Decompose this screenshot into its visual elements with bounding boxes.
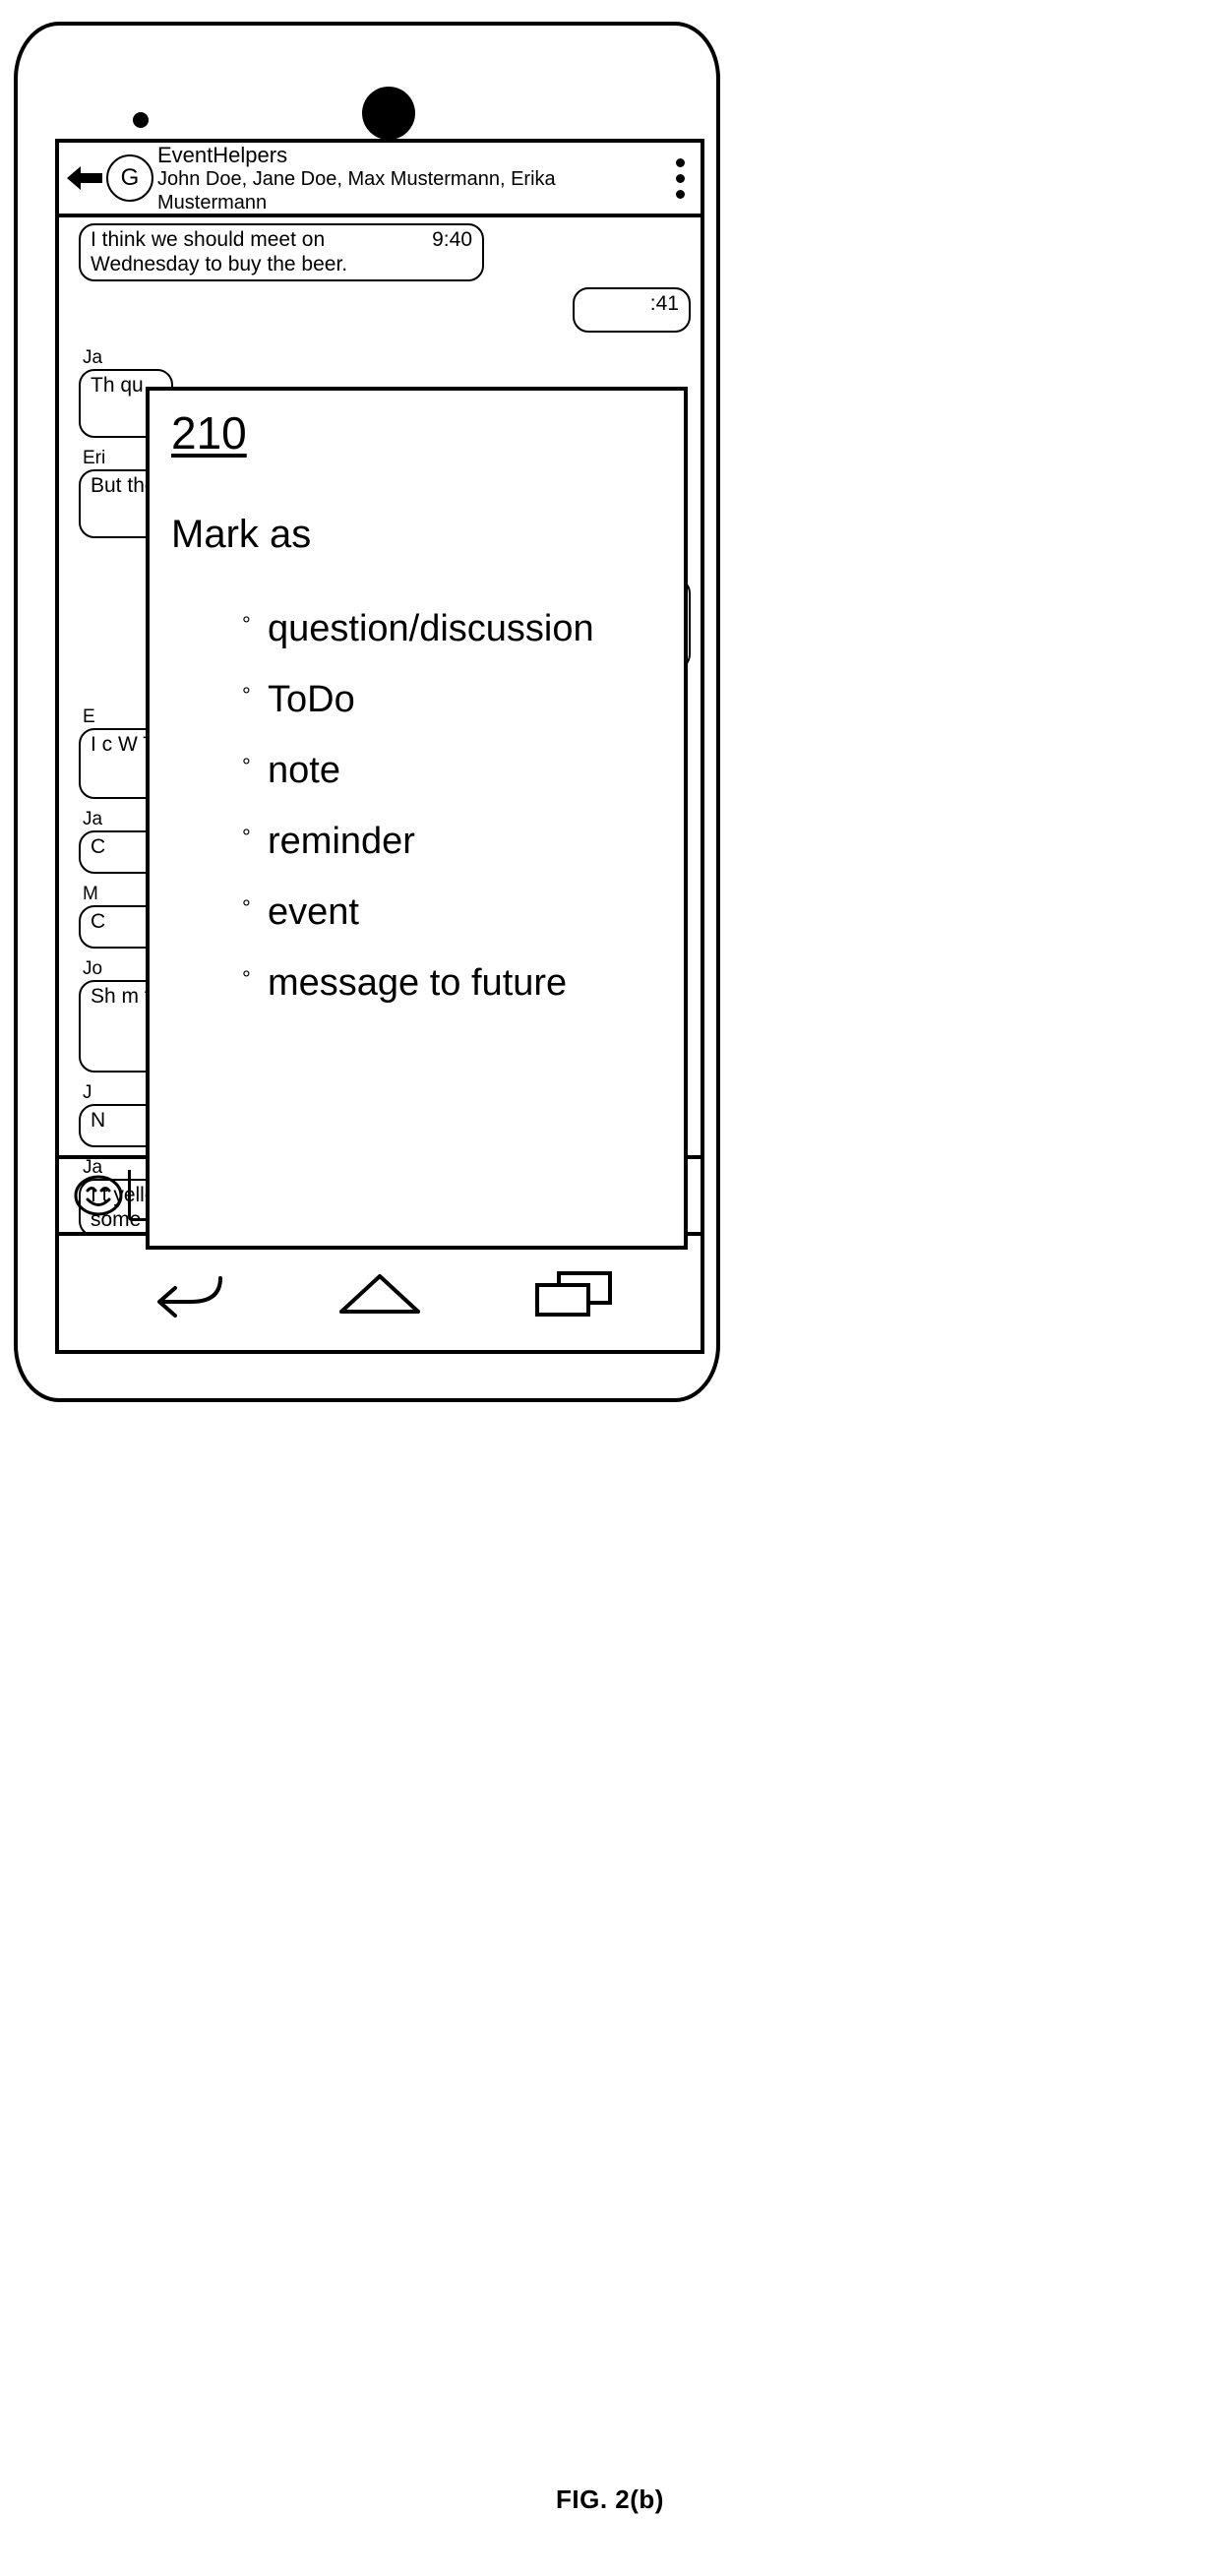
header-text-block: EventHelpers John Doe, Jane Doe, Max Mus…: [157, 143, 661, 215]
mark-as-dialog[interactable]: 210 Mark as ° question/discussion ° ToDo…: [146, 387, 688, 1250]
option-label: event: [268, 891, 359, 933]
figure-caption: FIG. 2(b): [556, 2484, 664, 2514]
phone-device-body: G EventHelpers John Doe, Jane Doe, Max M…: [14, 22, 720, 1402]
bullet-degree-icon: °: [242, 825, 251, 849]
message-text: N: [91, 1109, 106, 1132]
message-time: 9:40: [432, 228, 472, 251]
kebab-menu-icon[interactable]: [667, 157, 693, 199]
option-message-to-future[interactable]: ° message to future: [171, 961, 662, 1005]
message-bubble[interactable]: :41: [573, 287, 691, 333]
option-label: question/discussion: [268, 608, 594, 649]
bullet-degree-icon: °: [242, 754, 251, 778]
option-label: ToDo: [268, 679, 355, 720]
avatar-letter: G: [120, 164, 140, 191]
option-label: message to future: [268, 962, 568, 1004]
message-text: C: [91, 835, 106, 858]
avatar[interactable]: G: [106, 154, 153, 202]
message-text: I think we should meet on Wednesday to b…: [91, 228, 348, 276]
nav-back-arrow-icon[interactable]: [142, 1263, 230, 1322]
bullet-degree-icon: °: [242, 612, 251, 637]
message-text: Th qu: [91, 374, 144, 397]
option-label: reminder: [268, 821, 415, 862]
option-label: note: [268, 750, 340, 791]
figure-page: G EventHelpers John Doe, Jane Doe, Max M…: [0, 0, 1220, 2576]
dialog-title: Mark as: [171, 513, 312, 556]
mark-as-option-list: ° question/discussion ° ToDo ° note ° re…: [171, 607, 662, 1005]
nav-recents-icon[interactable]: [529, 1263, 618, 1322]
smiley-face-icon[interactable]: [73, 1170, 124, 1221]
back-arrow-icon[interactable]: [65, 161, 104, 195]
dialog-reference-numeral: 210: [171, 407, 247, 459]
bullet-degree-icon: °: [242, 966, 251, 991]
earpiece-sensor-icon: [362, 87, 415, 140]
option-todo[interactable]: ° ToDo: [171, 678, 662, 721]
message-text: C: [91, 910, 106, 933]
chat-header: G EventHelpers John Doe, Jane Doe, Max M…: [59, 143, 701, 217]
option-event[interactable]: ° event: [171, 890, 662, 934]
option-reminder[interactable]: ° reminder: [171, 820, 662, 863]
bullet-degree-icon: °: [242, 683, 251, 707]
message-sender: Ja: [83, 347, 103, 368]
participants-list: John Doe, Jane Doe, Max Mustermann, Erik…: [157, 168, 556, 214]
nav-home-icon[interactable]: [336, 1263, 424, 1322]
option-note[interactable]: ° note: [171, 749, 662, 792]
message-bubble[interactable]: 9:40 I think we should meet on Wednesday…: [79, 223, 484, 281]
message-time: :41: [649, 292, 679, 315]
front-camera-icon: [133, 112, 149, 128]
bullet-degree-icon: °: [242, 895, 251, 920]
option-question-discussion[interactable]: ° question/discussion: [171, 607, 662, 650]
android-navigation-bar: [59, 1236, 701, 1350]
phone-screen: G EventHelpers John Doe, Jane Doe, Max M…: [55, 139, 704, 1354]
page-title: EventHelpers: [157, 143, 288, 167]
